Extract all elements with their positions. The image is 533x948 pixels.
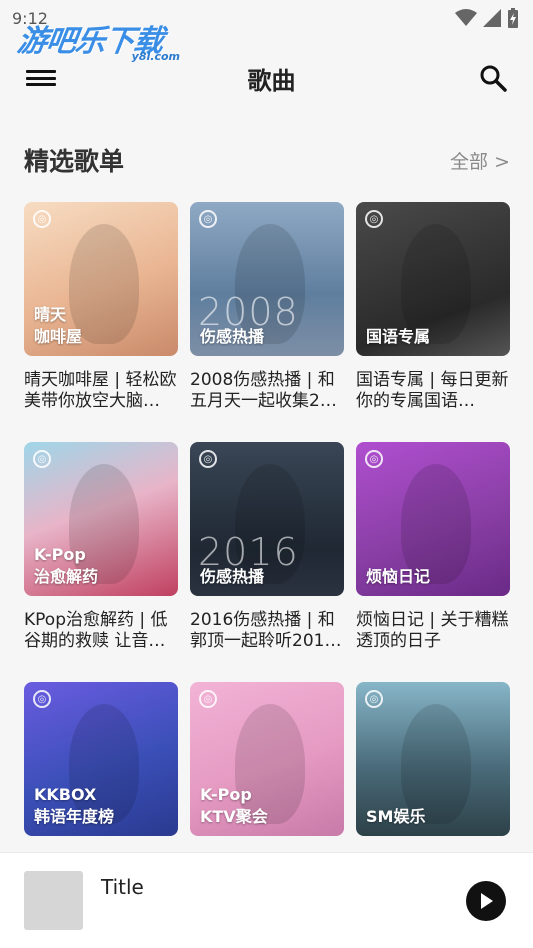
cover-label: 国语专属 [366,327,431,346]
playlist-description: 2008伤感热播 | 和五月天一起收集2… [190,370,337,411]
wifi-icon [455,9,477,26]
netease-logo-icon: ◎ [33,210,51,228]
playlist-cover[interactable]: ◎ SM娱乐 [356,682,510,836]
playlist-description: KPop治愈解药 | 低谷期的救赎 让音… [24,610,168,651]
playlist-cover[interactable]: ◎ 烦恼日记 [356,442,510,596]
playlist-card[interactable]: ◎ 烦恼日记烦恼日记 | 关于糟糕透顶的日子 [356,442,510,652]
app-bar: 歌曲 [0,50,533,106]
page-title: 歌曲 [247,66,296,95]
playlist-description: 烦恼日记 | 关于糟糕透顶的日子 [356,610,509,651]
search-button[interactable] [477,62,509,94]
menu-icon [26,70,56,73]
playlist-cover[interactable]: ◎ 2016 伤感热播 [190,442,344,596]
playlist-card[interactable]: ◎ 2008 伤感热播 2008伤感热播 | 和五月天一起收集2… [190,202,344,412]
netease-logo-icon: ◎ [199,690,217,708]
netease-logo-icon: ◎ [33,690,51,708]
playlist-card[interactable]: ◎ 晴天 咖啡屋晴天咖啡屋 | 轻松欧美带你放空大脑… [24,202,178,412]
playlist-cover[interactable]: ◎ 国语专属 [356,202,510,356]
playlist-description: 2016伤感热播 | 和郭顶一起聆听201… [190,610,342,651]
netease-logo-icon: ◎ [365,210,383,228]
cover-label: K-Pop KTV聚会 [200,785,268,826]
playlist-cover[interactable]: ◎ 2008 伤感热播 [190,202,344,356]
playlist-card[interactable]: ◎ K-Pop 治愈解药 KPop治愈解药 | 低谷期的救赎 让音… [24,442,178,652]
playlist-cover[interactable]: ◎ K-Pop KTV聚会 [190,682,344,836]
player-title: Title [101,875,144,899]
section-title: 精选歌单 [24,147,125,176]
playlist-description: 国语专属 | 每日更新 你的专属国语… [356,370,509,411]
playlist-card[interactable]: ◎ 国语专属国语专属 | 每日更新 你的专属国语… [356,202,510,412]
netease-logo-icon: ◎ [365,450,383,468]
cover-label: 晴天 咖啡屋 [34,305,83,346]
playlist-card[interactable]: ◎ 2016 伤感热播 2016伤感热播 | 和郭顶一起聆听201… [190,442,344,652]
play-icon [481,893,493,909]
signal-icon [483,9,501,27]
playlist-description: 晴天咖啡屋 | 轻松欧美带你放空大脑… [24,370,177,411]
status-time: 9:12 [12,8,48,28]
search-icon [480,65,507,92]
status-bar: 9:12 [0,0,533,36]
playlist-cover[interactable]: ◎ 晴天 咖啡屋 [24,202,178,356]
cover-label: KKBOX 韩语年度榜 [34,785,115,826]
status-icons [455,8,519,28]
cover-label: 伤感热播 [200,567,265,586]
cover-label: 伤感热播 [200,327,265,346]
netease-logo-icon: ◎ [365,690,383,708]
netease-logo-icon: ◎ [199,210,217,228]
play-button[interactable] [466,881,506,921]
cover-label: K-Pop 治愈解药 [34,545,99,586]
cover-label: SM娱乐 [366,807,426,826]
playlist-cover[interactable]: ◎ KKBOX 韩语年度榜 [24,682,178,836]
playlist-grid: ◎ 晴天 咖啡屋晴天咖啡屋 | 轻松欧美带你放空大脑… ◎ 2008 伤感热播 2008伤… [24,202,510,892]
section-header: 精选歌单 全部 > [24,140,510,180]
cover-label: 烦恼日记 [366,567,431,586]
battery-icon [508,8,518,28]
netease-logo-icon: ◎ [199,450,217,468]
netease-logo-icon: ◎ [33,450,51,468]
playlist-cover[interactable]: ◎ K-Pop 治愈解药 [24,442,178,596]
menu-button[interactable] [26,66,56,90]
player-album-art[interactable] [24,871,83,930]
see-all-link[interactable]: 全部 > [450,147,510,174]
mini-player[interactable]: Title [0,852,533,948]
